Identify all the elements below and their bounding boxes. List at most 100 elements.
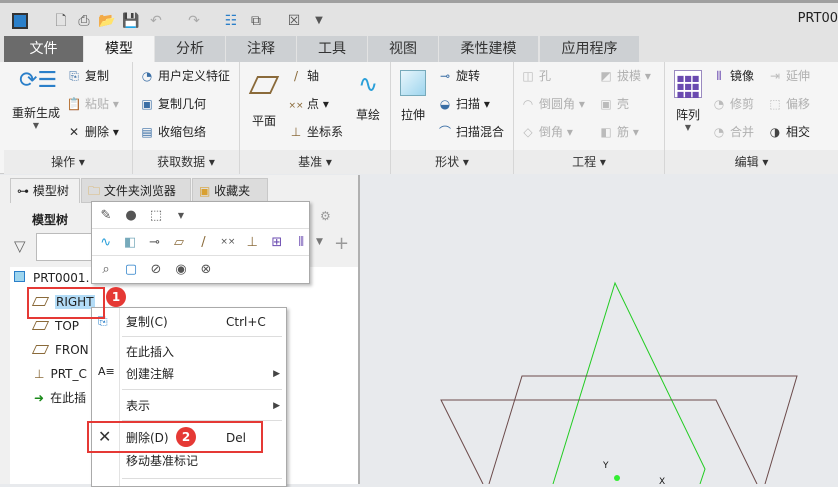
- csys-button[interactable]: ⊥ 坐标系: [288, 124, 343, 140]
- swept-blend-button[interactable]: ⌒ 扫描混合: [437, 124, 504, 140]
- mirror-button[interactable]: ⫴ 镜像: [711, 68, 754, 84]
- insert-icon[interactable]: ▢: [123, 262, 139, 277]
- show-icon[interactable]: ◉: [173, 262, 189, 277]
- sketch-button[interactable]: ∿ 草绘: [350, 70, 386, 123]
- filter-icon[interactable]: ▽: [14, 237, 26, 255]
- tab-tools[interactable]: 工具: [297, 36, 368, 62]
- tab-model[interactable]: 模型: [84, 36, 155, 62]
- pattern-icon[interactable]: ⊞: [269, 235, 284, 250]
- mirror-icon[interactable]: ⫴: [294, 235, 309, 250]
- graphics-window[interactable]: Y X: [362, 175, 838, 484]
- menu-item-represent[interactable]: 表示 ▶: [126, 396, 280, 416]
- extrude-button[interactable]: 拉伸: [393, 70, 433, 123]
- unhide-icon[interactable]: ⊗: [198, 262, 214, 277]
- sketch-icon[interactable]: ∿: [98, 235, 113, 250]
- datum-group-label[interactable]: 基准 ▾: [240, 150, 390, 174]
- menu-item-create-annotation[interactable]: 创建注解 ▶: [126, 364, 280, 384]
- regenerate-button[interactable]: ⟳☰ 重新生成 ▼: [8, 68, 64, 130]
- sweep-button[interactable]: ◒ 扫描 ▾: [437, 96, 490, 112]
- chamfer-button[interactable]: ◇ 倒角 ▾: [520, 124, 572, 140]
- select-icon[interactable]: ⬚: [148, 208, 164, 223]
- draft-button[interactable]: ◩ 拔模 ▾: [598, 68, 651, 84]
- print-icon[interactable]: ⎙: [75, 12, 93, 30]
- engineering-group-label[interactable]: 工程 ▾: [514, 150, 664, 174]
- customize-icon[interactable]: ▼: [310, 12, 328, 30]
- point-icon[interactable]: ××: [220, 237, 235, 247]
- trim-button[interactable]: ◔ 修剪: [711, 96, 754, 112]
- delete-button[interactable]: ✕ 删除 ▾: [66, 124, 119, 140]
- app-icon[interactable]: [12, 13, 28, 29]
- offset-button[interactable]: ⬚ 偏移: [767, 96, 810, 112]
- edit-definition-icon[interactable]: ✎: [98, 208, 114, 223]
- axis-icon[interactable]: /: [196, 235, 211, 250]
- shrinkwrap-button[interactable]: ▤ 收缩包络: [139, 124, 206, 140]
- tab-applications[interactable]: 应用程序: [540, 36, 640, 62]
- tab-analysis[interactable]: 分析: [155, 36, 226, 62]
- tab-folder-browser[interactable]: 🗀 文件夹浏览器: [81, 178, 191, 203]
- plane-button[interactable]: 平面: [244, 70, 284, 129]
- plane-icon[interactable]: ▱: [171, 235, 186, 250]
- copy-button[interactable]: ⎘ 复制: [66, 68, 109, 84]
- tree-node-front[interactable]: FRON: [31, 340, 89, 360]
- regenerate-icon: ⟳☰: [19, 68, 58, 93]
- undo-icon[interactable]: ↶: [147, 12, 165, 30]
- tree-node-part[interactable]: PRT0001.: [14, 268, 89, 288]
- tab-favorites[interactable]: ▣ 收藏夹: [192, 178, 268, 203]
- tree-node-top[interactable]: TOP: [31, 316, 79, 336]
- revolve-button[interactable]: ⊸ 旋转: [437, 68, 480, 84]
- get-data-group-label[interactable]: 获取数据 ▾: [133, 150, 239, 174]
- add-icon[interactable]: +: [334, 233, 349, 254]
- expand-dropdown-icon[interactable]: ▼: [316, 237, 323, 247]
- sketch-label: 草绘: [355, 108, 380, 122]
- appearance-icon[interactable]: ●: [123, 208, 139, 223]
- zoom-to-selected-icon[interactable]: ⌕: [98, 262, 114, 277]
- udf-button[interactable]: ◔ 用户定义特征: [139, 68, 230, 84]
- plane-icon: [247, 76, 281, 106]
- windows-icon[interactable]: ⧉: [247, 12, 265, 30]
- tree-node-insert-here[interactable]: ➜ 在此插: [34, 388, 86, 408]
- menu-item-copy[interactable]: 复制(C) Ctrl+C: [126, 312, 280, 332]
- paste-button[interactable]: 📋 粘贴 ▾: [66, 96, 119, 112]
- redo-icon[interactable]: ↷: [185, 12, 203, 30]
- csys-icon[interactable]: ⊥: [245, 235, 260, 250]
- shell-label: 壳: [617, 97, 630, 111]
- copy-geometry-button[interactable]: ▣ 复制几何: [139, 96, 206, 112]
- save-icon[interactable]: 💾: [122, 12, 140, 30]
- operations-group-label[interactable]: 操作 ▾: [4, 150, 132, 174]
- tab-flexible-modeling[interactable]: 柔性建模: [439, 36, 539, 62]
- menu-item-insert-here[interactable]: 在此插入: [126, 342, 280, 362]
- merge-button[interactable]: ◔ 合并: [711, 124, 754, 140]
- tree-settings-icon[interactable]: ⚙: [320, 209, 331, 223]
- new-icon[interactable]: 🗋: [52, 12, 70, 30]
- shapes-group-label[interactable]: 形状 ▾: [391, 150, 513, 174]
- filter-input[interactable]: [36, 233, 96, 261]
- close-icon[interactable]: ☒: [285, 12, 303, 30]
- tab-view[interactable]: 视图: [368, 36, 439, 62]
- rib-button[interactable]: ◧ 筋 ▾: [598, 124, 639, 140]
- mirror-icon: ⫴: [716, 69, 722, 83]
- open-icon[interactable]: 📂: [98, 12, 116, 30]
- swept-blend-icon: ⌒: [438, 125, 451, 139]
- tab-annotate[interactable]: 注释: [226, 36, 297, 62]
- tab-file[interactable]: 文件: [4, 36, 84, 62]
- revolve-icon[interactable]: ⊸: [147, 235, 162, 250]
- axis-button[interactable]: / 轴: [288, 68, 319, 84]
- extend-button[interactable]: ⇥ 延伸: [767, 68, 810, 84]
- rib-label: 筋: [617, 125, 630, 139]
- dropdown-icon[interactable]: ▼: [173, 211, 189, 220]
- tree-node-csys[interactable]: ⊥ PRT_C: [34, 364, 87, 384]
- tab-model-tree[interactable]: ⊶ 模型树: [10, 178, 80, 203]
- hole-button[interactable]: ◫ 孔: [520, 68, 551, 84]
- editing-group-label[interactable]: 编辑 ▾: [665, 150, 838, 174]
- pattern-button[interactable]: ■■■ ■■■ ■■■ 阵列 ▼: [669, 70, 707, 132]
- hide-icon[interactable]: ⊘: [148, 262, 164, 277]
- extrude-icon[interactable]: ◧: [122, 235, 137, 250]
- round-button[interactable]: ◠ 倒圆角 ▾: [520, 96, 585, 112]
- regenerate-icon[interactable]: ☷: [222, 12, 240, 30]
- menu-item-move-datum-tag[interactable]: 移动基准标记: [126, 451, 280, 471]
- sketch-icon: ∿: [357, 70, 379, 98]
- shell-button[interactable]: ▣ 壳: [598, 96, 629, 112]
- sweep-label: 扫描: [456, 97, 481, 111]
- intersect-button[interactable]: ◑ 相交: [767, 124, 810, 140]
- point-button[interactable]: ×× 点 ▾: [288, 96, 328, 114]
